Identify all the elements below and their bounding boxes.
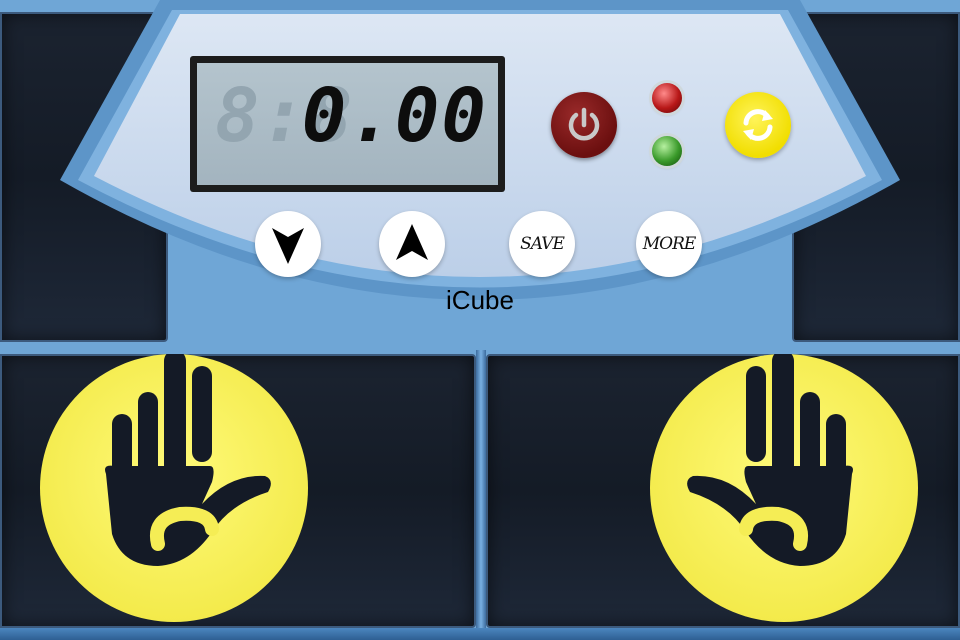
arrow-down-icon: [272, 228, 304, 264]
right-hand-icon: [687, 354, 853, 566]
lcd-display: 8:8 0.00: [190, 56, 505, 192]
arrow-up-icon: [396, 224, 428, 260]
pad-divider: [476, 350, 486, 630]
power-button[interactable]: [551, 92, 617, 158]
timer-value: 0.00: [301, 73, 488, 159]
green-indicator-light: [652, 136, 682, 166]
refresh-icon: [743, 109, 773, 141]
brand-label: iCube: [446, 285, 514, 315]
left-hand-button[interactable]: [40, 354, 308, 622]
left-hand-icon: [105, 354, 271, 566]
right-hand-button[interactable]: [650, 354, 918, 622]
lcd-screen: 8:8 0.00: [197, 63, 498, 185]
save-button[interactable]: SAVE: [509, 211, 575, 277]
reset-button[interactable]: [725, 92, 791, 158]
more-label: MORE: [642, 234, 697, 254]
more-button[interactable]: MORE: [636, 211, 702, 277]
up-button[interactable]: [379, 211, 445, 277]
save-label: SAVE: [520, 234, 565, 254]
down-button[interactable]: [255, 211, 321, 277]
bottom-frame: [0, 628, 960, 640]
red-indicator-light: [652, 83, 682, 113]
power-icon: [568, 107, 600, 141]
